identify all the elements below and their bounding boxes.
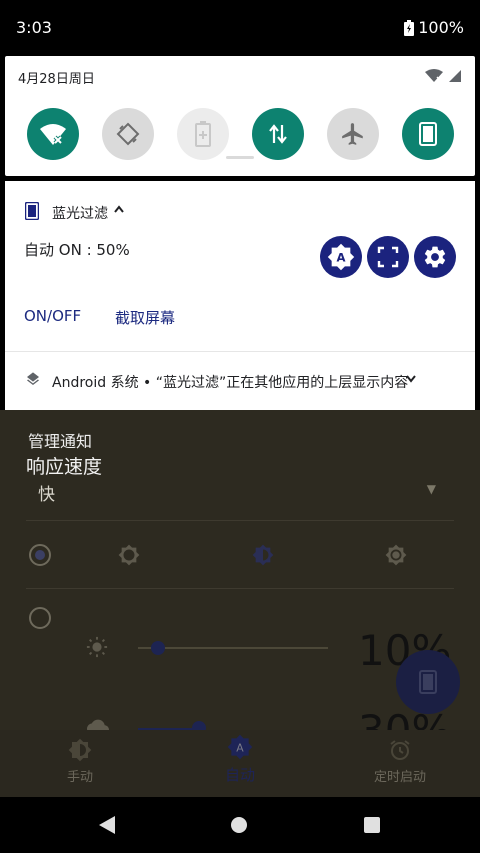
nav-auto[interactable]: A 自动 bbox=[180, 734, 300, 785]
mode-radio-1[interactable] bbox=[29, 544, 51, 566]
status-time: 3:03 bbox=[16, 18, 52, 37]
tile-bluelight-filter[interactable] bbox=[402, 108, 454, 160]
nav-scheduled-label: 定时启动 bbox=[373, 770, 426, 785]
chevron-up-icon[interactable] bbox=[114, 205, 124, 213]
notification-card[interactable]: 蓝光过滤 自动 ON : 50% A ON/OFF 截取屏幕 Android 系… bbox=[5, 181, 475, 410]
qs-date: 4月28日周日 bbox=[18, 72, 95, 87]
nav-auto-label: 自动 bbox=[224, 766, 255, 784]
screenshot-action[interactable]: 截取屏幕 bbox=[115, 307, 175, 328]
auto-brightness-button[interactable]: A bbox=[320, 236, 362, 278]
recents-icon[interactable] bbox=[364, 817, 380, 833]
status-bar: 3:03 100% bbox=[0, 0, 480, 56]
app-background: 管理通知 响应速度 快 ▼ 10% 30% 手动 A 自动 定时启动 bbox=[0, 410, 480, 797]
battery-charging-icon bbox=[404, 19, 415, 36]
system-nav-bar bbox=[0, 797, 480, 853]
filter-app-icon bbox=[25, 202, 39, 220]
battery-percent: 100% bbox=[418, 18, 464, 37]
response-speed-label: 响应速度 bbox=[26, 456, 103, 478]
slider-thumb-1[interactable] bbox=[151, 641, 165, 655]
svg-text:A: A bbox=[336, 251, 345, 265]
mode-radio-2[interactable] bbox=[29, 607, 51, 629]
bottom-navigation: 手动 A 自动 定时启动 bbox=[0, 730, 480, 797]
settings-button[interactable] bbox=[414, 236, 456, 278]
tile-airplane-mode[interactable] bbox=[327, 108, 379, 160]
overlay-notice-text: Android 系统 • “蓝光过滤”正在其他应用的上层显示内容 bbox=[52, 375, 409, 391]
airplane-icon bbox=[342, 123, 363, 145]
gear-icon bbox=[424, 246, 446, 268]
sun-icon bbox=[86, 636, 108, 658]
drag-handle[interactable] bbox=[226, 156, 254, 159]
layers-icon bbox=[27, 372, 39, 386]
tile-wifi[interactable] bbox=[27, 108, 79, 160]
nav-scheduled[interactable]: 定时启动 bbox=[340, 738, 460, 785]
notification-app-name: 蓝光过滤 bbox=[52, 206, 108, 222]
brightness-half-icon bbox=[68, 738, 92, 762]
rotate-icon bbox=[116, 122, 140, 146]
alarm-icon bbox=[390, 740, 410, 760]
manage-notifications-link[interactable]: 管理通知 bbox=[28, 428, 92, 452]
brightness-medium-icon[interactable] bbox=[252, 544, 274, 566]
filter-app-icon bbox=[419, 122, 437, 146]
battery-saver-icon bbox=[195, 121, 211, 147]
wifi-off-icon bbox=[40, 124, 66, 145]
filter-fab-button[interactable] bbox=[396, 650, 460, 714]
data-arrows-icon bbox=[269, 124, 287, 144]
tile-auto-rotate[interactable] bbox=[102, 108, 154, 160]
battery-indicator: 100% bbox=[404, 18, 464, 37]
dropdown-arrow-icon[interactable]: ▼ bbox=[427, 482, 436, 496]
filter-state-text: 自动 ON : 50% bbox=[24, 241, 130, 259]
signal-status-icon bbox=[425, 69, 461, 82]
svg-text:A: A bbox=[236, 741, 244, 754]
nav-manual-label: 手动 bbox=[66, 770, 93, 785]
brightness-high-icon[interactable] bbox=[385, 544, 407, 566]
brightness-low-icon[interactable] bbox=[118, 544, 140, 566]
response-speed-value[interactable]: 快 bbox=[38, 480, 55, 505]
quick-settings-panel: 4月28日周日 bbox=[5, 56, 475, 176]
onoff-action[interactable]: ON/OFF bbox=[24, 307, 81, 325]
back-icon[interactable] bbox=[98, 815, 116, 835]
brightness-auto-icon: A bbox=[227, 734, 253, 760]
tile-mobile-data[interactable] bbox=[252, 108, 304, 160]
chevron-down-icon[interactable] bbox=[406, 375, 416, 383]
divider bbox=[26, 520, 454, 521]
intensity-slider-1[interactable] bbox=[138, 647, 328, 649]
screenshot-button[interactable] bbox=[367, 236, 409, 278]
brightness-auto-icon: A bbox=[327, 243, 355, 271]
divider bbox=[26, 588, 454, 589]
divider bbox=[5, 351, 475, 352]
filter-app-icon bbox=[419, 670, 437, 694]
fullscreen-frame-icon bbox=[377, 246, 399, 268]
nav-manual[interactable]: 手动 bbox=[20, 738, 140, 785]
home-icon[interactable] bbox=[231, 817, 247, 833]
tile-battery-saver[interactable] bbox=[177, 108, 229, 160]
